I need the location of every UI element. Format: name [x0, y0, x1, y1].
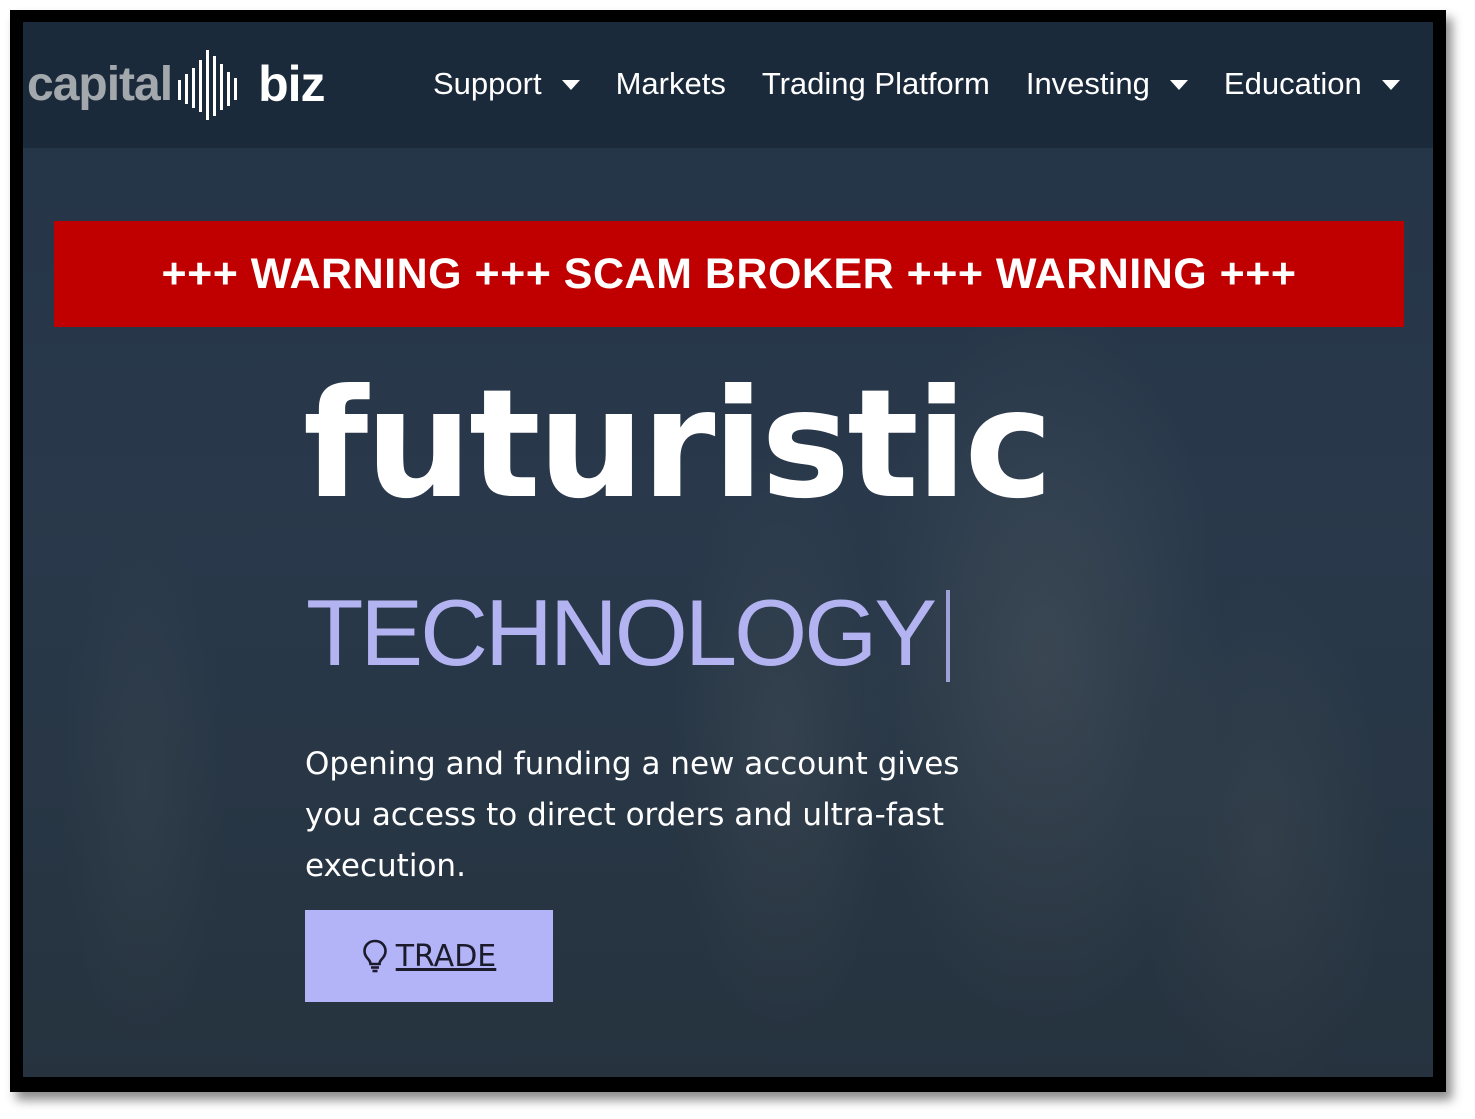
trade-button[interactable]: TRADE: [305, 910, 553, 1002]
brand-logo[interactable]: capital biz: [27, 44, 326, 124]
logo-text-biz: biz: [258, 56, 325, 112]
nav-item-label: Markets: [615, 66, 726, 101]
lightbulb-icon: [362, 939, 387, 973]
caret-down-icon: [561, 80, 580, 90]
nav-item-education[interactable]: Education: [1224, 66, 1400, 102]
nav-item-label: Investing: [1025, 66, 1150, 101]
nav-item-trading-platform[interactable]: Trading Platform: [762, 66, 990, 102]
nav-item-label: Education: [1223, 66, 1362, 101]
nav-item-label: Support: [433, 66, 542, 101]
hero-subtitle: TECHNOLOGY: [306, 580, 951, 685]
nav-item-support[interactable]: Support: [433, 66, 580, 102]
hero-subtitle-text: TECHNOLOGY: [306, 580, 937, 685]
page: capital biz Support Markets Trading Plat…: [23, 22, 1433, 1077]
typing-cursor: [946, 590, 951, 682]
scam-warning-banner: +++ WARNING +++ SCAM BROKER +++ WARNING …: [54, 221, 1404, 327]
screenshot-frame: capital biz Support Markets Trading Plat…: [10, 10, 1446, 1092]
nav-item-investing[interactable]: Investing: [1026, 66, 1188, 102]
main-nav: Support Markets Trading Platform Investi…: [433, 62, 1400, 106]
hero-title: futuristic: [303, 358, 1053, 532]
caret-down-icon: [1169, 80, 1188, 90]
logo-text-capital: capital: [27, 57, 173, 111]
trade-button-label: TRADE: [395, 938, 497, 974]
hero-description: Opening and funding a new account gives …: [305, 746, 960, 884]
bars-logo-icon: [178, 50, 238, 120]
top-navbar: capital biz Support Markets Trading Plat…: [23, 22, 1433, 148]
nav-item-label: Trading Platform: [761, 66, 990, 101]
nav-item-markets[interactable]: Markets: [616, 66, 726, 102]
caret-down-icon: [1381, 80, 1400, 90]
warning-text: +++ WARNING +++ SCAM BROKER +++ WARNING …: [161, 249, 1297, 298]
